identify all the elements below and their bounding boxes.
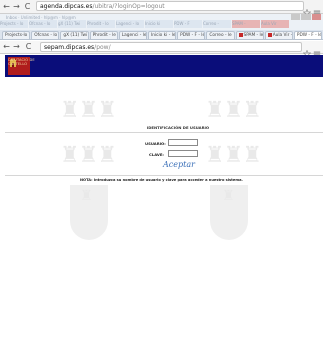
forward-button[interactable]: → (12, 2, 21, 11)
divider (5, 175, 323, 176)
faded-tab: PDW - F (174, 20, 202, 28)
back-button[interactable]: ← (2, 2, 11, 11)
window-controls[interactable] (291, 14, 321, 20)
tab-label: gX (11) Twi (63, 33, 88, 38)
address-host: agenda.dipcas.es (40, 3, 93, 10)
browser-tab[interactable]: gX (11) Twi (60, 31, 89, 39)
faded-tab: Phrodit - lo (87, 20, 115, 28)
tab-label: Inicio ki - le (150, 33, 176, 38)
close-button[interactable] (311, 14, 321, 20)
reload-button[interactable]: C (23, 2, 32, 11)
tab-label: Correo - le (209, 33, 232, 38)
browser-tab[interactable]: Correo - le (206, 31, 235, 39)
user-label: USUARIO: (145, 141, 166, 146)
site-header (5, 55, 323, 77)
watermark-tower-icon: ♜ (80, 188, 93, 204)
browser-tab[interactable]: PDW - F - le (177, 31, 206, 39)
watermark-castle-icon: ♜♜♜ (205, 143, 262, 168)
password-input[interactable] (168, 150, 198, 157)
tab-label: SPAM - le (243, 33, 264, 38)
back-button-inner[interactable]: ← (2, 42, 11, 51)
forward-button-inner[interactable]: → (12, 42, 21, 51)
watermark-castle-icon: ♜♜♜ (205, 98, 262, 123)
address-path: /ubitra/?loginOp=logout (92, 3, 165, 10)
faded-tab: Aula Vir (261, 20, 289, 28)
tab-label: PDW - F - le (296, 33, 322, 38)
accept-button[interactable]: Aceptar (163, 160, 195, 169)
tab-label: Projects-lo (5, 33, 28, 38)
tab-label: Aula Vir - le (272, 33, 293, 38)
form-title: IDENTIFICACIÓN DE USUARIO (146, 125, 210, 130)
star-icon-inner[interactable] (302, 43, 312, 59)
address-bar-inner[interactable]: sepam.dipcas.es/pow/ (40, 42, 302, 52)
browser-tab[interactable]: SPAM - le (235, 31, 264, 39)
faded-tab: Projects - lo (0, 20, 28, 28)
tab-label: PDW - F - le (180, 33, 206, 38)
maximize-button[interactable] (301, 14, 311, 20)
browser-tab[interactable]: Projects-lo (2, 31, 31, 39)
faded-tab: gX (11) Twi (58, 20, 86, 28)
divider (5, 132, 323, 133)
user-input[interactable] (168, 139, 198, 146)
faded-tab: Inicio ki (145, 20, 173, 28)
minimize-button[interactable] (291, 14, 301, 20)
reload-button-inner[interactable]: C (24, 42, 33, 51)
browser-tab[interactable]: PDW - F - le (293, 31, 323, 39)
menu-icon[interactable] (313, 2, 321, 16)
faded-tabs: Projects - lo Ofcnas - lo gX (11) Twi Phrod… (0, 20, 323, 28)
logo-text: DIPUTACIÓ DE CASTELLÓ (8, 58, 35, 67)
star-icon[interactable] (302, 2, 312, 18)
watermark-castle-icon: ♜♜♜ (60, 143, 117, 168)
tab-label: Ofcnas - lo (34, 33, 58, 38)
browser-tab[interactable]: Lagenci - le (118, 31, 147, 39)
tab-favicon-icon (267, 32, 272, 37)
browser-tab[interactable]: Ofcnas - lo (31, 31, 60, 39)
tab-favicon-icon (238, 32, 243, 37)
faded-tab: Lagenci - lo (116, 20, 144, 28)
browser-tab[interactable]: Phrodit - le (89, 31, 118, 39)
watermark-tower-icon: ♜ (222, 188, 235, 204)
tab-strip: Projects-lo Ofcnas - lo gX (11) Twi Phrodit… (0, 30, 323, 40)
password-label: CLAVE: (149, 152, 164, 157)
address-host-inner: sepam.dipcas.es (44, 44, 95, 51)
browser-tab[interactable]: Inicio ki - le (147, 31, 177, 39)
tab-label: Phrodit - le (92, 33, 116, 38)
login-note: NOTA: Introduzca su nombre de usuario y … (80, 178, 243, 182)
tab-label: Lagenci - le (121, 33, 147, 38)
menu-icon-inner[interactable] (313, 43, 321, 57)
address-path-inner: /pow/ (94, 44, 111, 51)
browser-tab[interactable]: Aula Vir - le (264, 31, 293, 39)
faded-tab: Correo - (203, 20, 231, 28)
faded-tab: Ofcnas - lo (29, 20, 57, 28)
address-bar[interactable]: agenda.dipcas.es/ubitra/?loginOp=logout (36, 1, 304, 11)
faded-tab: SPAM - (232, 20, 260, 28)
watermark-castle-icon: ♜♜♜ (60, 98, 117, 123)
